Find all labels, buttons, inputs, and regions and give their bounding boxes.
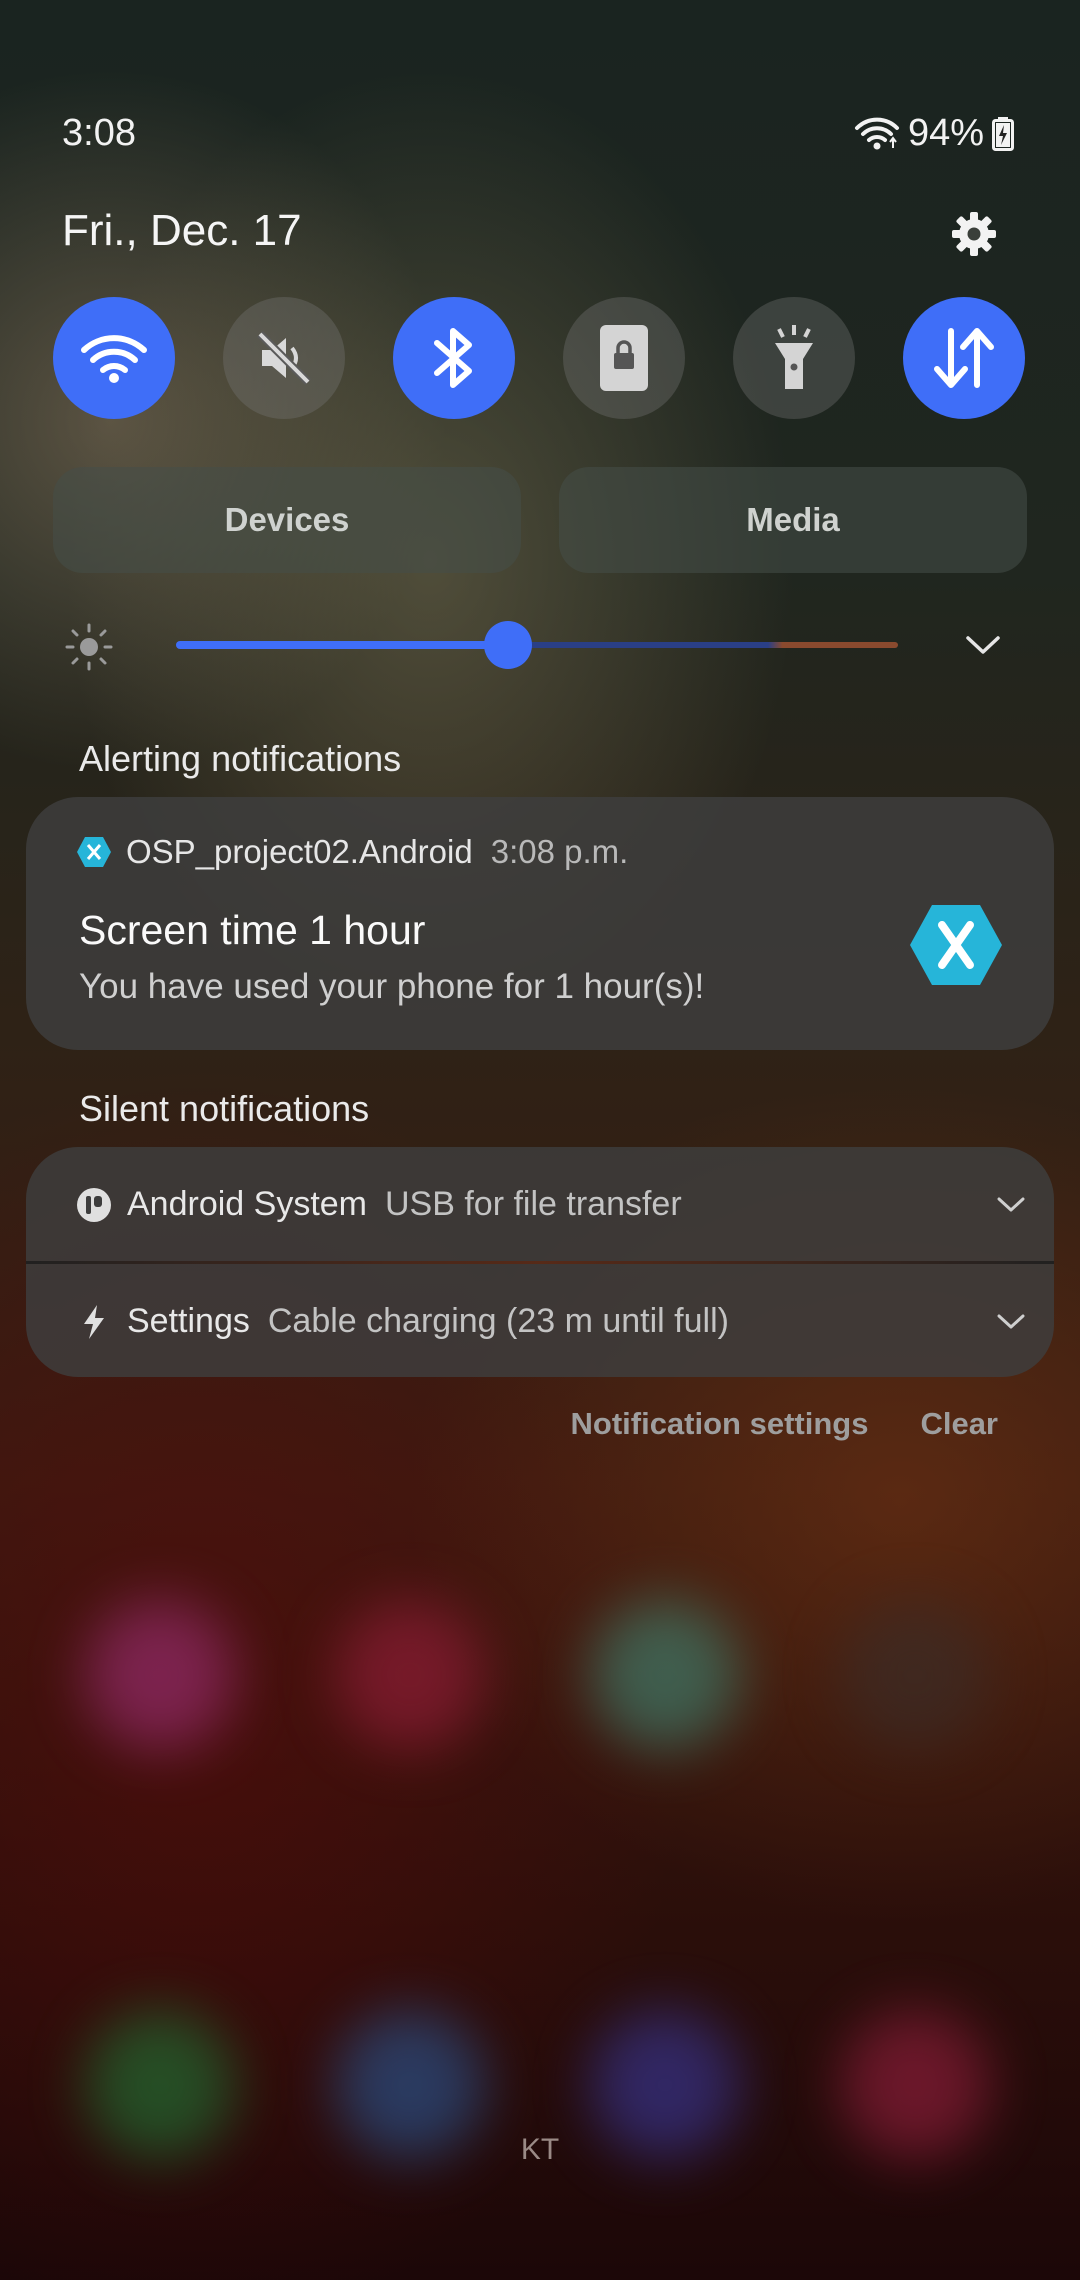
clear-button[interactable]: Clear <box>920 1406 998 1442</box>
android-system-icon <box>76 1187 112 1223</box>
silent-app-name: Settings <box>127 1302 250 1340</box>
notification-actions: Notification settings Clear <box>571 1406 999 1442</box>
blurred-app-icon <box>590 1600 740 1750</box>
alerting-section-title: Alerting notifications <box>79 738 402 779</box>
notification-settings-button[interactable]: Notification settings <box>571 1406 869 1442</box>
media-button[interactable]: Media <box>559 467 1027 573</box>
devices-button[interactable]: Devices <box>53 467 521 573</box>
alert-notification-card[interactable]: OSP_project02.Android 3:08 p.m. Screen t… <box>26 797 1054 1050</box>
expand-chevron-icon[interactable] <box>996 1311 1026 1333</box>
battery-charging-icon <box>992 116 1014 151</box>
settings-button[interactable] <box>946 206 1002 262</box>
silent-text: USB for file transfer <box>385 1185 682 1223</box>
sound-muted-icon <box>257 331 311 385</box>
status-icons: 94% <box>854 112 1014 155</box>
xamarin-small-icon <box>77 837 111 867</box>
brightness-slider[interactable] <box>176 621 898 669</box>
expand-panel-chevron-icon[interactable] <box>964 630 1002 660</box>
silent-notification-usb[interactable]: Android System USB for file transfer <box>26 1147 1054 1262</box>
bluetooth-icon <box>434 328 472 388</box>
silent-text: Cable charging (23 m until full) <box>267 1302 729 1340</box>
silent-notification-charging[interactable]: Settings Cable charging (23 m until full… <box>26 1264 1054 1379</box>
blurred-app-icon <box>840 1600 990 1750</box>
brightness-thumb[interactable] <box>484 621 533 669</box>
silent-notification-card: Android System USB for file transfer Set… <box>26 1147 1054 1377</box>
xamarin-app-icon <box>910 905 1002 985</box>
carrier-label: KT <box>520 2133 560 2166</box>
quick-toggles <box>53 297 1025 419</box>
mobile-data-icon <box>934 328 994 388</box>
battery-percent: 94% <box>907 112 984 154</box>
sound-toggle[interactable] <box>223 297 345 419</box>
brightness-icon <box>65 623 113 671</box>
notification-time: 3:08 p.m. <box>490 833 629 870</box>
notification-header: OSP_project02.Android 3:08 p.m. <box>76 833 628 871</box>
status-time: 3:08 <box>62 112 136 154</box>
rotation-lock-icon <box>600 325 648 391</box>
date: Fri., Dec. 17 <box>62 206 302 255</box>
brightness-fill <box>176 641 509 649</box>
notification-app-name: OSP_project02.Android <box>126 833 473 870</box>
lightning-icon <box>76 1304 112 1340</box>
mobile-data-toggle[interactable] <box>903 297 1025 419</box>
wifi-status-icon <box>854 117 899 149</box>
wifi-icon <box>81 335 147 383</box>
expand-chevron-icon[interactable] <box>996 1194 1026 1216</box>
silent-section-title: Silent notifications <box>79 1088 370 1129</box>
gear-icon <box>952 212 996 256</box>
flashlight-icon <box>775 325 813 389</box>
blurred-app-icon <box>335 1600 485 1750</box>
rotation-lock-toggle[interactable] <box>563 297 685 419</box>
blurred-app-icon <box>85 1600 235 1750</box>
silent-app-name: Android System <box>127 1185 367 1223</box>
wifi-toggle[interactable] <box>53 297 175 419</box>
bluetooth-toggle[interactable] <box>393 297 515 419</box>
notification-title: Screen time 1 hour <box>79 907 426 953</box>
notification-body: You have used your phone for 1 hour(s)! <box>79 967 705 1006</box>
flashlight-toggle[interactable] <box>733 297 855 419</box>
